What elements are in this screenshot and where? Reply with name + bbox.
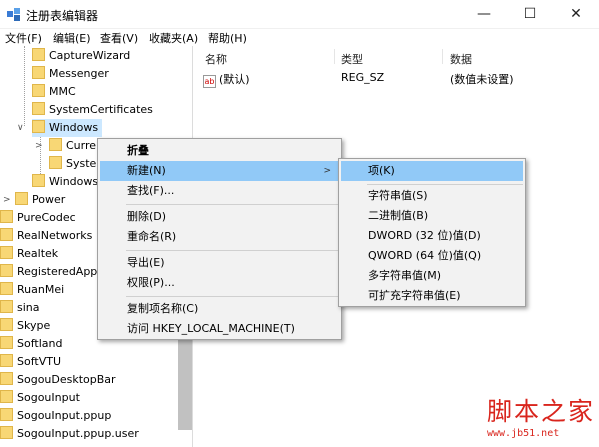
menu-file[interactable]: 文件(F): [5, 30, 42, 46]
tree-item[interactable]: RealNetworks: [0, 227, 92, 245]
menu-item-find[interactable]: 查找(F)...: [127, 181, 174, 201]
tree-item[interactable]: MMC: [32, 83, 76, 101]
folder-icon: [49, 138, 62, 151]
menu-item-copy-key-name[interactable]: 复制项名称(C): [127, 299, 198, 319]
menu-help[interactable]: 帮助(H): [208, 30, 247, 46]
tree-item[interactable]: CaptureWizard: [32, 47, 130, 65]
folder-icon: [0, 372, 13, 385]
watermark-url: www.jb51.net: [487, 428, 560, 439]
tree-item[interactable]: RuanMei: [0, 281, 64, 299]
submenu-item-qword-value[interactable]: QWORD (64 位)值(Q): [368, 246, 481, 266]
tree-item[interactable]: Softland: [0, 335, 62, 353]
tree-connector: [24, 46, 25, 126]
tree-item[interactable]: SystemCertificates: [32, 101, 153, 119]
column-header-data[interactable]: 数据: [450, 51, 472, 67]
tree-item[interactable]: Curre: [49, 137, 96, 155]
folder-icon: [0, 228, 13, 241]
value-row-type: REG_SZ: [341, 71, 385, 84]
tree-item[interactable]: SogouInput.ppup.user: [0, 425, 139, 443]
menu-separator: [126, 204, 339, 205]
menu-edit[interactable]: 编辑(E): [53, 30, 91, 46]
folder-icon: [0, 282, 13, 295]
menu-favorites[interactable]: 收藏夹(A): [149, 30, 198, 46]
value-row-name[interactable]: ab (默认): [203, 71, 250, 88]
tree-item[interactable]: Skype: [0, 317, 50, 335]
submenu-item-key[interactable]: 项(K): [341, 161, 523, 181]
chevron-down-icon[interactable]: ∨: [17, 119, 24, 137]
chevron-right-icon[interactable]: >: [3, 191, 11, 209]
column-separator[interactable]: [442, 49, 443, 64]
folder-icon: [32, 48, 45, 61]
submenu-item-multi-string-value[interactable]: 多字符串值(M): [368, 266, 441, 286]
menu-separator: [367, 184, 523, 185]
tree-item[interactable]: Realtek: [0, 245, 58, 263]
tree-item[interactable]: SogouDesktopBar: [0, 371, 116, 389]
minimize-button[interactable]: —: [461, 0, 507, 29]
menu-item-collapse[interactable]: 折叠: [127, 141, 149, 161]
folder-icon: [0, 210, 13, 223]
folder-icon: [0, 336, 13, 349]
menu-bar: 文件(F) 编辑(E) 查看(V) 收藏夹(A) 帮助(H): [0, 29, 599, 46]
folder-icon: [0, 426, 13, 439]
menu-separator: [126, 296, 339, 297]
chevron-right-icon: >: [323, 166, 331, 176]
chevron-right-icon[interactable]: >: [35, 137, 43, 155]
column-header-type[interactable]: 类型: [341, 51, 363, 67]
tree-scrollbar-thumb[interactable]: [178, 336, 192, 430]
folder-icon: [15, 192, 28, 205]
menu-item-new[interactable]: 新建(N) >: [100, 161, 339, 181]
submenu-item-expandable-string-value[interactable]: 可扩充字符串值(E): [368, 286, 461, 306]
folder-open-icon: [32, 120, 45, 133]
folder-icon: [32, 174, 45, 187]
string-value-icon: ab: [203, 75, 216, 88]
menu-item-export[interactable]: 导出(E): [127, 253, 165, 273]
tree-item-windows[interactable]: Windows: [32, 119, 102, 137]
tree-item[interactable]: sina: [0, 299, 40, 317]
window-title: 注册表编辑器: [26, 9, 99, 23]
watermark-logo-text: 脚本之家: [487, 397, 596, 426]
menu-item-goto-hklm[interactable]: 访问 HKEY_LOCAL_MACHINE(T): [127, 319, 295, 339]
folder-icon: [0, 264, 13, 277]
tree-item[interactable]: Syster: [49, 155, 101, 173]
menu-view[interactable]: 查看(V): [100, 30, 138, 46]
tree-item[interactable]: Messenger: [32, 65, 109, 83]
folder-icon: [32, 66, 45, 79]
close-button[interactable]: ✕: [553, 0, 599, 29]
submenu-item-string-value[interactable]: 字符串值(S): [368, 186, 428, 206]
column-header-name[interactable]: 名称: [205, 51, 227, 67]
tree-item[interactable]: PureCodec: [0, 209, 76, 227]
new-submenu: 项(K) 字符串值(S) 二进制值(B) DWORD (32 位)值(D) QW…: [338, 158, 526, 307]
value-row-data: (数值未设置): [450, 73, 514, 86]
submenu-item-dword-value[interactable]: DWORD (32 位)值(D): [368, 226, 481, 246]
tree-item[interactable]: Power: [15, 191, 65, 209]
title-bar: 注册表编辑器 — ☐ ✕: [0, 0, 599, 29]
folder-icon: [0, 318, 13, 331]
context-menu: 折叠 新建(N) > 查找(F)... 删除(D) 重命名(R) 导出(E) 权限…: [97, 138, 342, 340]
regedit-app-icon: [7, 8, 20, 21]
folder-icon: [32, 102, 45, 115]
tree-item[interactable]: SogouInput.ppup: [0, 407, 111, 425]
menu-item-delete[interactable]: 删除(D): [127, 207, 166, 227]
tree-item[interactable]: SogouInput: [0, 389, 80, 407]
folder-icon: [0, 354, 13, 367]
folder-icon: [0, 300, 13, 313]
folder-icon: [0, 390, 13, 403]
column-separator[interactable]: [334, 49, 335, 64]
menu-item-permissions[interactable]: 权限(P)...: [127, 273, 175, 293]
menu-separator: [126, 250, 339, 251]
tree-item[interactable]: Windows: [32, 173, 98, 191]
folder-icon: [49, 156, 62, 169]
maximize-button[interactable]: ☐: [507, 0, 553, 29]
folder-icon: [0, 246, 13, 259]
folder-icon: [32, 84, 45, 97]
tree-item[interactable]: RegisteredAppl: [0, 263, 100, 281]
submenu-item-binary-value[interactable]: 二进制值(B): [368, 206, 428, 226]
menu-item-rename[interactable]: 重命名(R): [127, 227, 176, 247]
folder-icon: [0, 408, 13, 421]
tree-item[interactable]: SoftVTU: [0, 353, 61, 371]
